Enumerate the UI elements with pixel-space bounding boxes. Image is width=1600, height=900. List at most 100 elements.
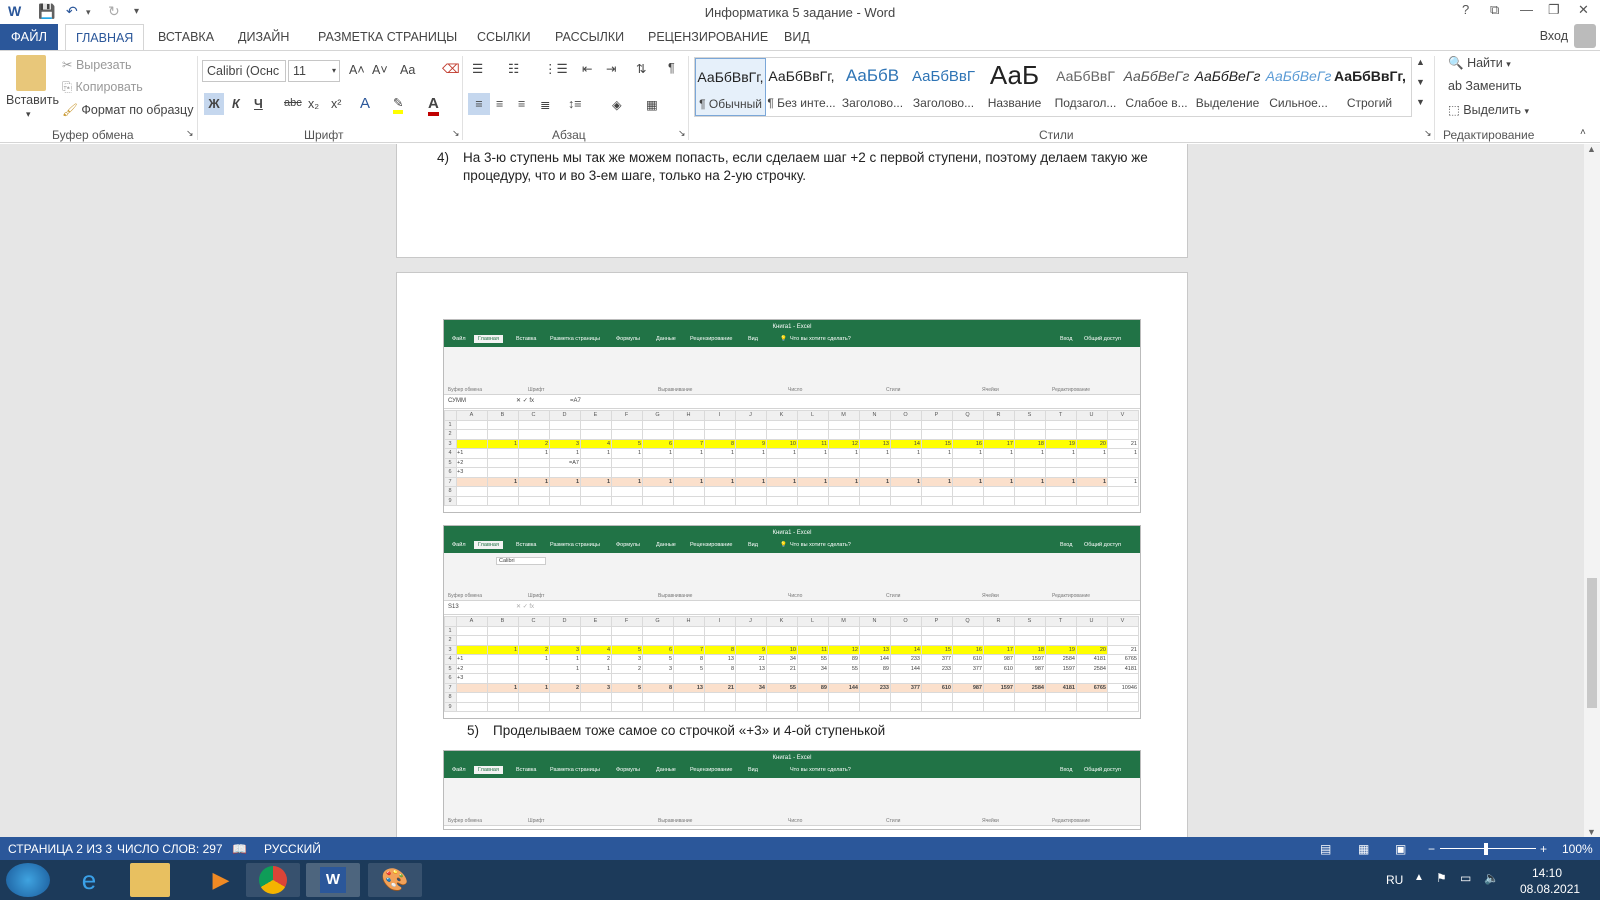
language[interactable]: РУССКИЙ	[264, 842, 321, 856]
format-painter-button[interactable]: Формат по образцу	[81, 103, 193, 117]
superscript-button[interactable]: x²	[331, 97, 341, 111]
tab-home[interactable]: ГЛАВНАЯ	[65, 24, 145, 50]
bold-button[interactable]: Ж	[204, 93, 224, 115]
shading-icon[interactable]: ◈	[612, 97, 622, 112]
action-center-icon[interactable]: ⚑	[1436, 871, 1447, 885]
clock-time[interactable]: 14:10	[1532, 866, 1562, 880]
style-heading-1[interactable]: АаБбВ Заголово...	[837, 58, 908, 116]
zoom-out-icon[interactable]: −	[1428, 842, 1435, 856]
vertical-scrollbar[interactable]: ▲ ▼	[1584, 144, 1600, 837]
scroll-thumb[interactable]	[1587, 578, 1597, 708]
style-intense-emphasis[interactable]: АаБбВеГг Сильное...	[1263, 58, 1334, 116]
help-button[interactable]: ?	[1462, 2, 1469, 17]
paragraph-launcher-icon[interactable]: ↘	[678, 128, 686, 139]
style-subtle-emphasis[interactable]: АаБбВеГг Слабое в...	[1121, 58, 1192, 116]
paint-icon[interactable]: 🎨	[368, 863, 422, 897]
paste-icon[interactable]	[16, 55, 46, 91]
media-player-icon[interactable]: ▶	[194, 863, 248, 897]
sort-icon[interactable]: ⇅	[636, 61, 646, 76]
align-center-icon[interactable]: ≡	[496, 97, 503, 111]
ribbon-display-options-icon[interactable]: ⧉	[1490, 2, 1499, 18]
select-button[interactable]: Выделить	[1463, 103, 1521, 117]
close-button[interactable]: ✕	[1578, 2, 1589, 18]
web-layout-icon[interactable]: ▣	[1395, 842, 1406, 856]
style-normal[interactable]: АаБбВвГг, ¶ Обычный	[695, 58, 766, 116]
font-name-box[interactable]: Calibri (Оснс	[202, 60, 286, 82]
styles-scroll-up-icon[interactable]: ▲	[1416, 57, 1425, 67]
sign-in-link[interactable]: Вход	[1540, 29, 1568, 43]
tab-file[interactable]: ФАЙЛ	[0, 24, 58, 50]
strikethrough-button[interactable]: abc	[284, 97, 302, 109]
multilevel-list-icon[interactable]: ⋮☰	[544, 61, 568, 76]
restore-button[interactable]: ❐	[1548, 2, 1560, 18]
tab-references[interactable]: ССЫЛКИ	[477, 24, 531, 50]
page-count[interactable]: СТРАНИЦА 2 ИЗ 3	[8, 842, 112, 856]
styles-launcher-icon[interactable]: ↘	[1424, 128, 1432, 139]
input-language[interactable]: RU	[1386, 873, 1403, 887]
clock-date[interactable]: 08.08.2021	[1520, 882, 1580, 896]
read-mode-icon[interactable]: ▤	[1320, 842, 1331, 856]
word-taskbar-icon[interactable]: W	[306, 863, 360, 897]
font-size-box[interactable]: 11 ▾	[288, 60, 340, 82]
clear-formatting-icon[interactable]: ⌫	[442, 61, 460, 76]
justify-icon[interactable]: ≣	[540, 97, 550, 112]
font-launcher-icon[interactable]: ↘	[452, 128, 460, 139]
style-heading-2[interactable]: АаБбВвГ Заголово...	[908, 58, 979, 116]
collapse-ribbon-icon[interactable]: ˄	[1580, 127, 1586, 138]
text-effects-icon[interactable]: A	[360, 95, 370, 112]
cut-button[interactable]: Вырезать	[76, 58, 132, 72]
minimize-button[interactable]: —	[1520, 2, 1533, 17]
style-strong[interactable]: АаБбВвГг, Строгий	[1334, 58, 1405, 116]
paste-button[interactable]: Вставить	[6, 93, 59, 107]
volume-icon[interactable]: 🔈	[1484, 871, 1499, 885]
subscript-button[interactable]: x₂	[308, 97, 319, 111]
style-emphasis[interactable]: АаБбВеГг Выделение	[1192, 58, 1263, 116]
select-dropdown-icon[interactable]: ▾	[1524, 106, 1529, 116]
print-layout-icon[interactable]: ▦	[1358, 842, 1369, 856]
find-button[interactable]: Найти	[1467, 56, 1503, 70]
font-size-dropdown-icon[interactable]: ▾	[332, 66, 336, 75]
copy-button[interactable]: Копировать	[76, 80, 143, 94]
highlight-icon[interactable]: ✎	[393, 95, 404, 114]
numbering-icon[interactable]: ☷	[508, 61, 519, 76]
underline-button[interactable]: Ч	[254, 97, 263, 111]
document-area[interactable]: 4) На 3-ю ступень мы так же можем попаст…	[0, 144, 1584, 837]
italic-button[interactable]: К	[232, 97, 240, 111]
change-case-button[interactable]: Aa	[400, 63, 415, 77]
zoom-slider-thumb[interactable]	[1484, 843, 1488, 855]
word-count[interactable]: ЧИСЛО СЛОВ: 297	[117, 842, 223, 856]
style-title[interactable]: АаБ Название	[979, 58, 1050, 116]
shrink-font-icon[interactable]: A˅	[372, 63, 388, 77]
zoom-slider[interactable]	[1440, 848, 1536, 849]
replace-button[interactable]: Заменить	[1465, 79, 1521, 93]
network-icon[interactable]: ▭	[1460, 871, 1471, 885]
avatar[interactable]	[1574, 24, 1596, 48]
tab-mailings[interactable]: РАССЫЛКИ	[555, 24, 624, 50]
show-formatting-icon[interactable]: ¶	[668, 61, 675, 75]
zoom-in-icon[interactable]: +	[1540, 842, 1547, 856]
decrease-indent-icon[interactable]: ⇤	[582, 61, 592, 76]
increase-indent-icon[interactable]: ⇥	[606, 61, 616, 76]
style-no-spacing[interactable]: АаБбВвГг, ¶ Без инте...	[766, 58, 837, 116]
internet-explorer-icon[interactable]: e	[62, 863, 116, 897]
align-left-icon[interactable]: ≡	[468, 93, 490, 115]
styles-gallery[interactable]: АаБбВвГг, ¶ Обычный АаБбВвГг, ¶ Без инте..…	[694, 57, 1412, 117]
proofing-icon[interactable]: 📖	[232, 842, 247, 856]
align-right-icon[interactable]: ≡	[518, 97, 525, 111]
zoom-level[interactable]: 100%	[1562, 842, 1593, 856]
clipboard-launcher-icon[interactable]: ↘	[186, 128, 194, 139]
file-explorer-icon[interactable]	[130, 863, 170, 897]
style-subtitle[interactable]: АаБбВвГ Подзагол...	[1050, 58, 1121, 116]
grow-font-icon[interactable]: A˄	[349, 63, 365, 77]
bullets-icon[interactable]: ☰	[472, 61, 483, 76]
tab-review[interactable]: РЕЦЕНЗИРОВАНИЕ	[648, 24, 768, 50]
tab-layout[interactable]: РАЗМЕТКА СТРАНИЦЫ	[318, 24, 457, 50]
scroll-up-icon[interactable]: ▲	[1587, 144, 1596, 154]
borders-icon[interactable]: ▦	[646, 97, 658, 112]
tab-view[interactable]: ВИД	[784, 24, 810, 50]
start-button-icon[interactable]	[6, 863, 50, 897]
tab-insert[interactable]: ВСТАВКА	[158, 24, 214, 50]
styles-scroll-down-icon[interactable]: ▼	[1416, 77, 1425, 87]
paste-dropdown-icon[interactable]: ▾	[26, 109, 31, 120]
line-spacing-icon[interactable]: ↕≡	[568, 97, 582, 111]
